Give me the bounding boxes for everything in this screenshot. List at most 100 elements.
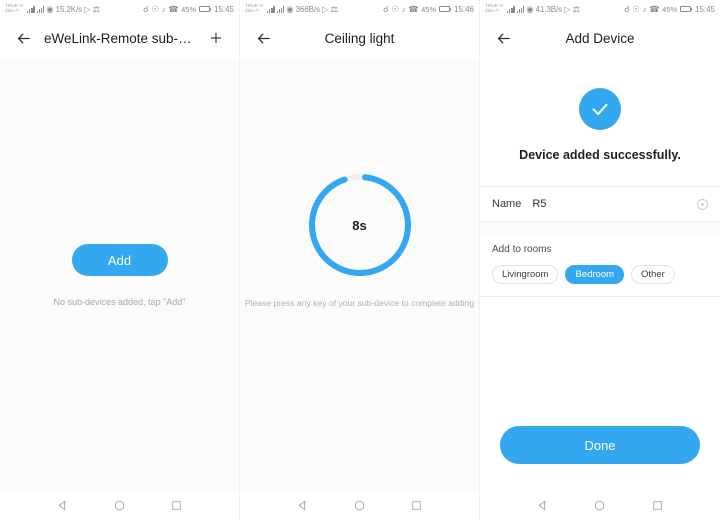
data-rate-label: 41.3B/s [535,4,563,14]
battery-percent-label: 45% [421,4,437,14]
phone-icon: ☎ [168,3,179,14]
signal-bars-icon-2 [516,5,525,13]
carrier-line-2: dtac-T [245,8,259,13]
page-title: Ceiling light [324,30,395,46]
signal-bars-icon [26,5,35,13]
wifi-icon: ◉ [286,3,294,14]
clock-label: 15:45 [213,4,234,14]
eye-icon: ☉ [632,3,640,14]
nav-recents-button[interactable] [170,499,183,512]
page-title: Add Device [565,30,635,46]
nav-back-button[interactable] [296,499,309,512]
done-button[interactable]: Done [500,426,700,464]
key-icon: ☌ [623,3,630,14]
room-chip-other[interactable]: Other [631,265,675,284]
status-bar: TRUE-H dtac-T ◉ 366B/s ▷ ⚖ ☌ ☉ ♪ ☎ 45% 1… [240,0,479,18]
recents-square-icon [172,500,181,510]
nav-recents-button[interactable] [651,499,664,512]
home-circle-icon [114,500,125,510]
carrier-label: TRUE-H dtac-T [485,4,503,13]
key-icon: ☌ [382,3,389,14]
play-icon: ▷ [321,3,329,14]
app-bar: Add Device [480,18,720,58]
app-bar: eWeLink-Remote sub-d… [0,18,239,58]
signal-bars-icon [506,5,515,13]
pairing-hint: Please press any key of your sub-device … [244,298,475,308]
carrier-label: TRUE-H dtac-T [5,4,23,13]
carrier-label: TRUE-H dtac-T [245,4,263,13]
sub-device-empty-state: Add No sub-devices added, tap "Add" [0,58,239,490]
status-bar: TRUE-H dtac-T ◉ 15.2K/s ▷ ⚖ ☌ ☉ ♪ ☎ 45% … [0,0,239,18]
back-triangle-icon [58,500,66,510]
plus-icon [210,32,222,44]
wifi-icon: ◉ [46,3,54,14]
back-button[interactable] [252,27,274,49]
android-nav-bar [480,490,720,520]
section-gap [480,222,720,234]
success-check-badge [579,88,621,130]
add-sub-device-button[interactable] [205,27,227,49]
signal-bars-icon-2 [36,5,45,13]
carrier-line-2: dtac-T [5,8,19,13]
mute-icon: ♪ [161,4,166,14]
clock-label: 15:46 [453,4,474,14]
nav-home-button[interactable] [593,499,606,512]
rooms-section: Add to rooms Livingroom Bedroom Other [480,234,720,296]
back-triangle-icon [298,500,306,510]
nav-back-button[interactable] [536,499,549,512]
nav-recents-button[interactable] [410,499,423,512]
nav-back-button[interactable] [56,499,69,512]
success-message: Device added successfully. [519,148,681,162]
battery-percent-label: 45% [662,4,678,14]
battery-icon [198,6,212,12]
data-rate-label: 366B/s [295,4,320,14]
room-chip-group: Livingroom Bedroom Other [492,265,708,284]
bluetooth-icon: ⚖ [92,3,101,14]
phone-icon: ☎ [649,3,660,14]
android-nav-bar [240,490,479,520]
arrow-left-icon [257,33,270,43]
nav-home-button[interactable] [353,499,366,512]
mute-icon: ♪ [401,4,406,14]
key-icon: ☌ [142,3,149,14]
back-button[interactable] [492,27,514,49]
back-triangle-icon [538,500,546,510]
data-rate-label: 15.2K/s [55,4,83,14]
name-input[interactable]: R5 [532,198,546,210]
arrow-left-icon [17,33,30,43]
countdown-label: 8s [352,217,367,233]
nav-home-button[interactable] [113,499,126,512]
divider [480,296,720,297]
screenshot-root: TRUE-H dtac-T ◉ 15.2K/s ▷ ⚖ ☌ ☉ ♪ ☎ 45% … [0,0,720,520]
signal-bars-icon-2 [276,5,285,13]
eye-icon: ☉ [151,3,159,14]
recents-square-icon [653,500,662,510]
clock-label: 15:45 [694,4,715,14]
room-chip-livingroom[interactable]: Livingroom [492,265,559,284]
battery-icon [679,6,693,12]
eye-icon: ☉ [391,3,399,14]
device-name-row[interactable]: Name R5 [480,187,720,221]
battery-icon [438,6,452,12]
add-button[interactable]: Add [71,244,168,276]
bluetooth-icon: ⚖ [330,3,339,14]
carrier-line-2: dtac-T [485,8,499,13]
status-bar: TRUE-H dtac-T ◉ 41.3B/s ▷ ⚖ ☌ ☉ ♪ ☎ 45% … [480,0,720,18]
bluetooth-icon: ⚖ [572,3,581,14]
signal-bars-icon [266,5,275,13]
countdown-progress-ring: 8s [306,171,414,279]
empty-state-hint: No sub-devices added, tap "Add" [53,297,186,307]
screen-add-device-success: TRUE-H dtac-T ◉ 41.3B/s ▷ ⚖ ☌ ☉ ♪ ☎ 45% … [480,0,720,520]
wifi-icon: ◉ [526,3,534,14]
clear-icon[interactable] [697,198,708,210]
room-chip-bedroom[interactable]: Bedroom [565,265,625,284]
recents-square-icon [412,500,421,510]
checkmark-icon [592,103,608,116]
app-bar: Ceiling light [240,18,479,58]
name-label: Name [492,198,522,210]
mute-icon: ♪ [642,4,647,14]
home-circle-icon [354,500,365,510]
back-button[interactable] [12,27,34,49]
phone-icon: ☎ [408,3,419,14]
screen-sub-device-list: TRUE-H dtac-T ◉ 15.2K/s ▷ ⚖ ☌ ☉ ♪ ☎ 45% … [0,0,240,520]
